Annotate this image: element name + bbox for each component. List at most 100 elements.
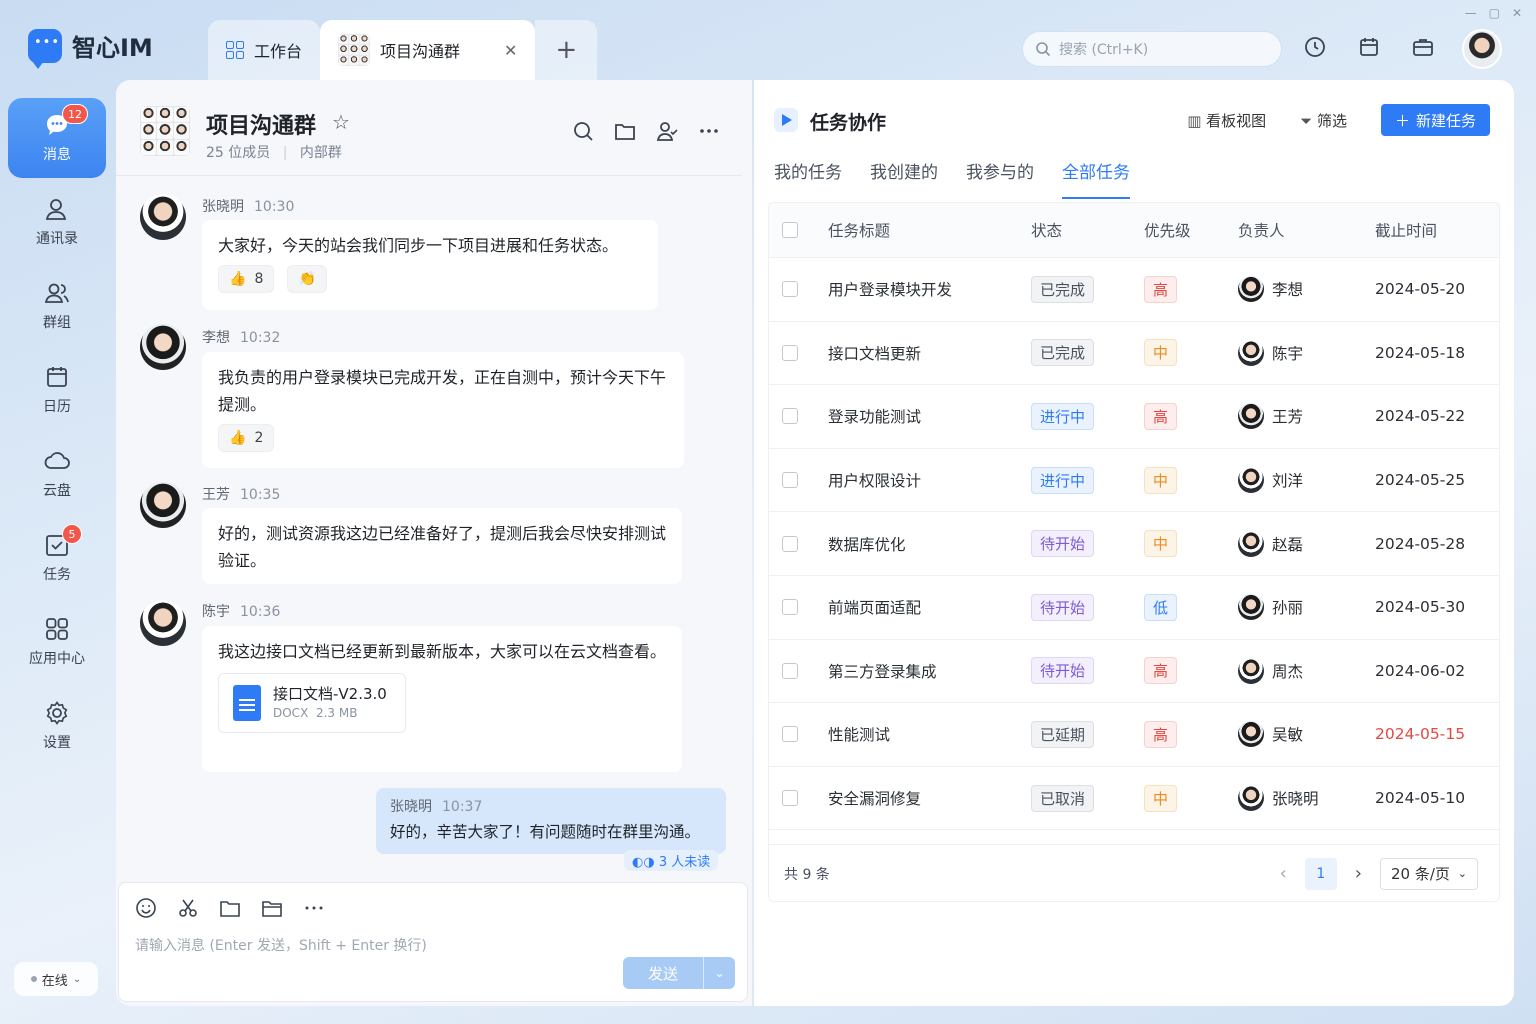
table-row[interactable]: 用户登录模块开发 已完成 高 李想 2024-05-20	[768, 258, 1500, 322]
message-bubble[interactable]: 好的，测试资源我这边已经准备好了，提测后我会尽快安排测试验证。	[202, 508, 682, 584]
avatar[interactable]	[140, 194, 186, 240]
task-title[interactable]: 用户登录模块开发	[828, 278, 1031, 300]
owner-avatar[interactable]	[1238, 594, 1264, 621]
tab-project-group[interactable]: 项目沟通群 ✕	[320, 20, 536, 80]
table-row[interactable]: 前端页面适配 待开始 低 孙丽 2024-05-30	[768, 576, 1500, 640]
nav-item-contacts[interactable]: 通讯录	[8, 182, 106, 262]
reaction-thumbs-up[interactable]: 👍 2	[218, 424, 275, 452]
scissors-icon[interactable]	[177, 897, 199, 919]
table-row[interactable]: 第三方登录集成 待开始 高 周杰 2024-06-02	[768, 640, 1500, 704]
reaction-clap[interactable]: 👏	[287, 265, 327, 293]
message-bubble[interactable]: 我负责的用户登录模块已完成开发，正在自测中，预计今天下午提测。 👍 2	[202, 352, 684, 468]
more-icon[interactable]	[303, 897, 325, 919]
own-message-bubble[interactable]: 张晓明 10:37 好的，辛苦大家了！有问题随时在群里沟通。	[376, 788, 726, 854]
nav-item-cloud[interactable]: 云盘	[8, 434, 106, 514]
task-title[interactable]: 性能测试	[828, 723, 1031, 745]
board-view-button[interactable]: ▥ 看板视图	[1187, 110, 1266, 131]
owner-avatar[interactable]	[1238, 721, 1264, 748]
nav-item-groups[interactable]: 群组	[8, 266, 106, 346]
row-checkbox[interactable]	[782, 344, 798, 361]
tab-workbench[interactable]: 工作台	[208, 20, 321, 80]
owner-avatar[interactable]	[1238, 276, 1264, 303]
prev-page-icon[interactable]: ‹	[1280, 863, 1287, 884]
chevron-down-icon[interactable]: ⌄	[703, 957, 735, 989]
row-checkbox[interactable]	[782, 535, 798, 552]
column-header[interactable]: 优先级	[1144, 219, 1238, 241]
task-title[interactable]: 登录功能测试	[828, 405, 1031, 427]
presence-status-dropdown[interactable]: 在线 ⌄	[14, 962, 98, 996]
nav-item-messages[interactable]: 消息 12	[8, 98, 106, 178]
tab-my-tasks[interactable]: 我的任务	[774, 158, 842, 199]
table-row[interactable]: 登录功能测试 进行中 高 王芳 2024-05-22	[768, 385, 1500, 449]
folder-icon[interactable]	[614, 120, 636, 142]
tab-created-by-me[interactable]: 我创建的	[870, 158, 938, 199]
owner-avatar[interactable]	[1238, 467, 1264, 494]
maximize-icon[interactable]: ▢	[1489, 6, 1500, 20]
row-checkbox[interactable]	[782, 472, 798, 489]
next-page-icon[interactable]: ›	[1355, 863, 1362, 884]
row-checkbox[interactable]	[782, 726, 798, 743]
search-input[interactable]: 搜索 (Ctrl+K)	[1022, 31, 1282, 67]
file-attachment[interactable]: 接口文档-V2.3.0 DOCX 2.3 MB	[218, 673, 406, 733]
owner-avatar[interactable]	[1238, 785, 1264, 812]
nav-item-tasks[interactable]: 任务 5	[8, 518, 106, 598]
nav-item-calendar[interactable]: 日历	[8, 350, 106, 430]
send-button[interactable]: 发送 ⌄	[623, 957, 735, 989]
minimize-icon[interactable]: —	[1465, 6, 1477, 20]
task-title[interactable]: 数据库优化	[828, 533, 1031, 555]
table-row[interactable]: 性能测试 已延期 高 吴敏 2024-05-15	[768, 703, 1500, 767]
table-row[interactable]: 数据库优化 待开始 中 赵磊 2024-05-28	[768, 512, 1500, 576]
task-title[interactable]: 第三方登录集成	[828, 660, 1031, 682]
filter-button[interactable]: ⏷ 筛选	[1300, 110, 1347, 131]
column-header[interactable]: 任务标题	[828, 219, 1031, 241]
row-checkbox[interactable]	[782, 599, 798, 616]
unread-receipt[interactable]: ◐◑ 3 人未读	[624, 850, 719, 871]
emoji-icon[interactable]	[135, 897, 157, 919]
owner-avatar[interactable]	[1238, 657, 1264, 684]
search-icon[interactable]	[572, 120, 594, 142]
more-icon[interactable]	[698, 120, 720, 142]
row-checkbox[interactable]	[782, 281, 798, 298]
reaction-thumbs-up[interactable]: 👍 8	[218, 265, 275, 293]
star-icon[interactable]: ☆	[332, 110, 350, 134]
history-icon[interactable]	[1300, 32, 1330, 62]
page-number[interactable]: 1	[1304, 857, 1337, 890]
add-tab-button[interactable]: +	[535, 20, 598, 80]
column-header[interactable]: 截止时间	[1375, 219, 1500, 241]
task-title[interactable]: 安全漏洞修复	[828, 787, 1031, 809]
new-task-button[interactable]: ＋ 新建任务	[1380, 104, 1490, 136]
toolbox-icon[interactable]	[1408, 32, 1438, 62]
close-window-icon[interactable]: ✕	[1512, 6, 1522, 20]
tab-all-tasks[interactable]: 全部任务	[1062, 158, 1130, 199]
column-header[interactable]: 负责人	[1238, 219, 1375, 241]
members-icon[interactable]	[656, 120, 678, 142]
table-row[interactable]: 安全漏洞修复 已取消 中 张晓明 2024-05-10	[768, 767, 1500, 831]
nav-item-settings[interactable]: 设置	[8, 686, 106, 766]
select-all-checkbox[interactable]	[782, 221, 798, 238]
page-size-select[interactable]: 20 条/页 ⌄	[1380, 857, 1478, 890]
close-tab-icon[interactable]: ✕	[504, 41, 517, 60]
task-title[interactable]: 前端页面适配	[828, 596, 1031, 618]
avatar[interactable]	[140, 482, 186, 528]
owner-avatar[interactable]	[1238, 530, 1264, 557]
task-title[interactable]: 用户权限设计	[828, 469, 1031, 491]
avatar[interactable]	[140, 600, 186, 646]
avatar[interactable]	[140, 324, 186, 370]
task-title[interactable]: 接口文档更新	[828, 342, 1031, 364]
row-checkbox[interactable]	[782, 790, 798, 807]
user-avatar[interactable]	[1462, 29, 1502, 69]
message-bubble[interactable]: 大家好，今天的站会我们同步一下项目进展和任务状态。 👍 8 👏	[202, 220, 658, 310]
row-checkbox[interactable]	[782, 408, 798, 425]
table-row[interactable]: 用户权限设计 进行中 中 刘洋 2024-05-25	[768, 449, 1500, 513]
column-header[interactable]: 状态	[1031, 219, 1144, 241]
nav-item-apps[interactable]: 应用中心	[8, 602, 106, 682]
table-row[interactable]: 接口文档更新 已完成 中 陈宇 2024-05-18	[768, 322, 1500, 386]
tab-participating[interactable]: 我参与的	[966, 158, 1034, 199]
folder-icon[interactable]	[219, 897, 241, 919]
calendar-icon[interactable]	[1354, 32, 1384, 62]
row-checkbox[interactable]	[782, 662, 798, 679]
message-input[interactable]: 请输入消息 (Enter 发送，Shift + Enter 换行)	[135, 935, 427, 955]
owner-avatar[interactable]	[1238, 339, 1264, 366]
owner-avatar[interactable]	[1238, 403, 1264, 430]
folder-open-icon[interactable]	[261, 897, 283, 919]
